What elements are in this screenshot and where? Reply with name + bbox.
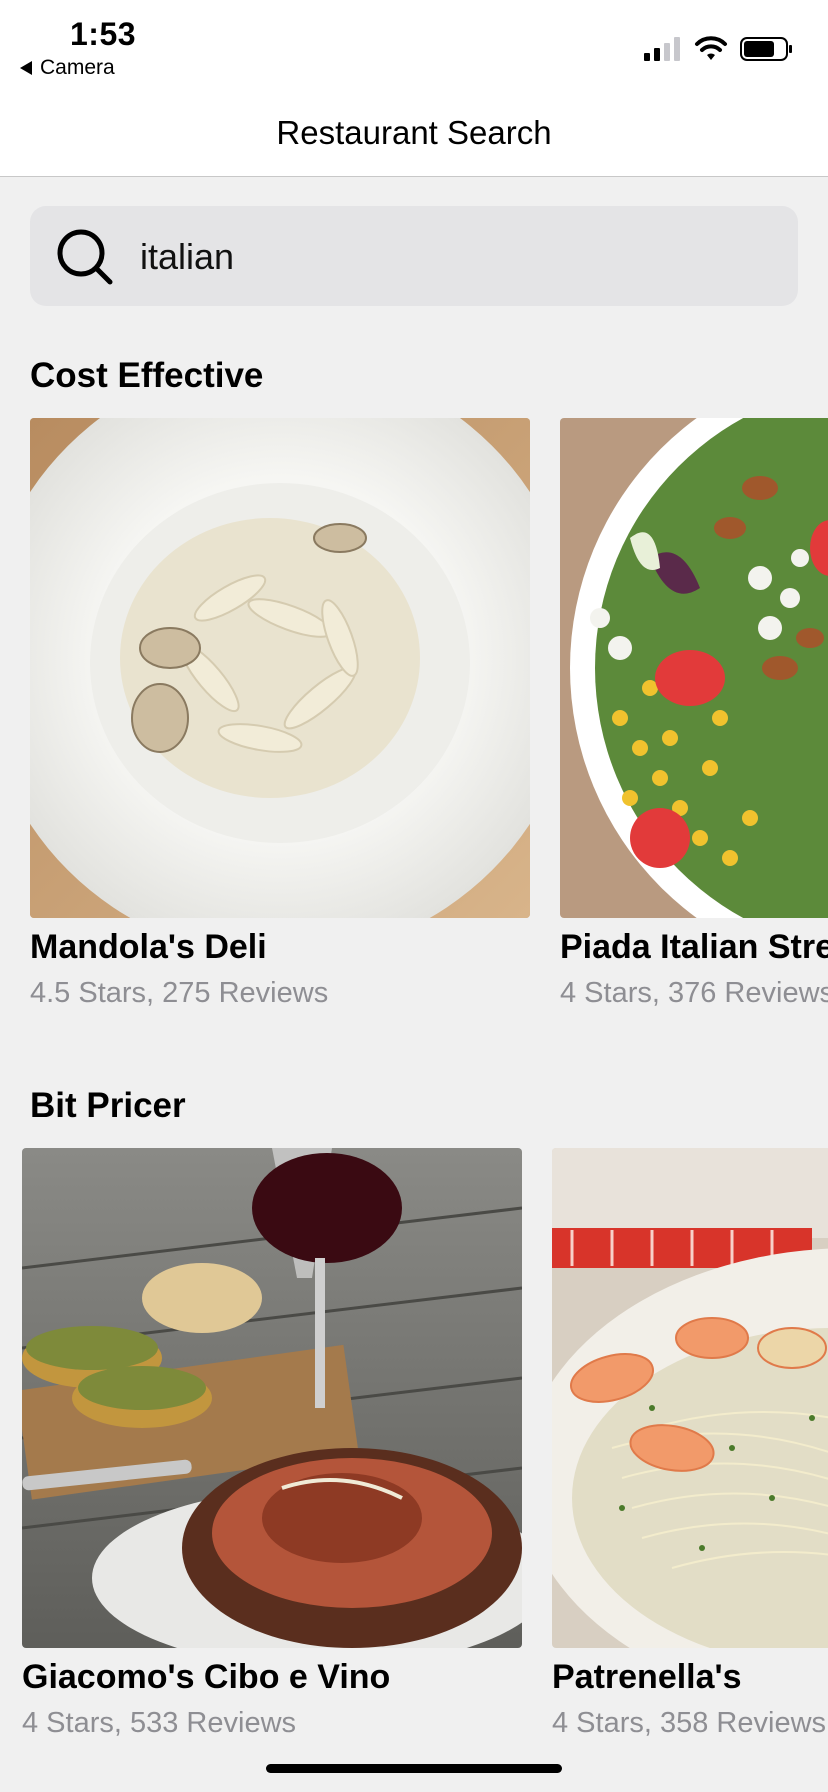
status-bar: 1:53 Camera	[0, 0, 828, 86]
status-time: 1:53	[70, 16, 137, 52]
page-title: Restaurant Search	[276, 114, 552, 151]
status-icons	[644, 36, 794, 62]
navigation-bar: Restaurant Search	[0, 86, 828, 177]
restaurant-name: Piada Italian Street Food	[560, 928, 828, 966]
wifi-icon	[695, 36, 727, 60]
restaurant-photo	[30, 418, 530, 918]
back-to-camera-link[interactable]: Camera	[20, 56, 115, 80]
restaurant-rating: 4 Stars, 376 Reviews	[560, 977, 828, 1009]
back-label: Camera	[40, 56, 115, 79]
search-icon	[57, 229, 113, 285]
section-title-cost-effective: Cost Effective	[30, 356, 264, 395]
restaurant-rating: 4.5 Stars, 275 Reviews	[30, 977, 329, 1009]
carousel-cost-effective[interactable]: Mandola's Deli 4.5 Stars, 275 Reviews Pi…	[0, 418, 828, 1038]
restaurant-card[interactable]: Giacomo's Cibo e Vino 4 Stars, 533 Revie…	[22, 1148, 522, 1740]
restaurant-rating: 4 Stars, 533 Reviews	[22, 1707, 297, 1739]
battery-icon	[740, 37, 792, 61]
search-field[interactable]: italian	[30, 206, 798, 306]
restaurant-name: Mandola's Deli	[30, 928, 267, 966]
restaurant-card[interactable]: Patrenella's 4 Stars, 358 Reviews	[552, 1148, 828, 1740]
back-arrow-icon	[20, 61, 32, 75]
search-input[interactable]: italian	[140, 236, 234, 278]
restaurant-card[interactable]: Mandola's Deli 4.5 Stars, 275 Reviews	[30, 418, 530, 1010]
restaurant-photo	[560, 418, 828, 918]
restaurant-photo	[22, 1148, 522, 1648]
restaurant-name: Patrenella's	[552, 1658, 742, 1696]
restaurant-name: Giacomo's Cibo e Vino	[22, 1658, 391, 1696]
signal-icon	[644, 37, 680, 61]
restaurant-photo	[552, 1148, 828, 1648]
carousel-bit-pricer[interactable]: Giacomo's Cibo e Vino 4 Stars, 533 Revie…	[0, 1148, 828, 1768]
restaurant-rating: 4 Stars, 358 Reviews	[552, 1707, 827, 1739]
home-indicator[interactable]	[266, 1764, 562, 1773]
restaurant-card[interactable]: Piada Italian Street Food 4 Stars, 376 R…	[560, 418, 828, 1010]
section-title-bit-pricer: Bit Pricer	[30, 1086, 186, 1125]
